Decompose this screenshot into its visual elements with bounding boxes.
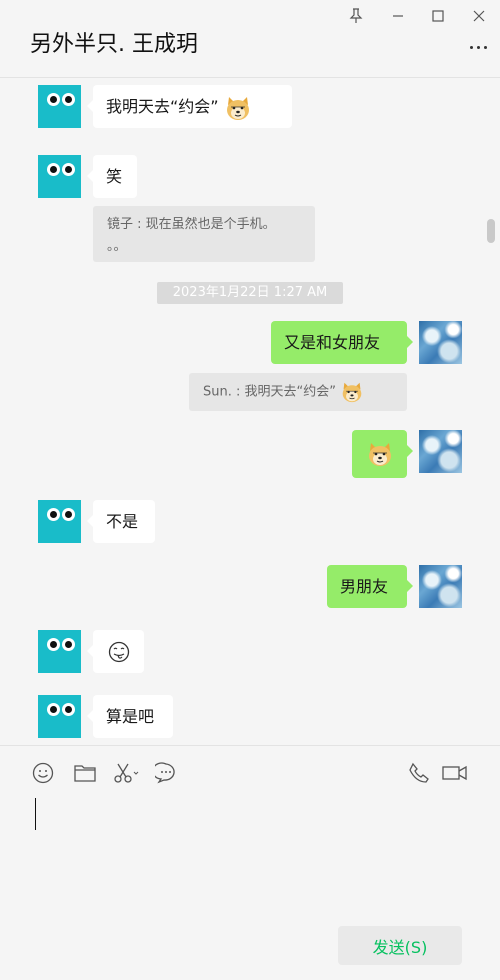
contact-avatar[interactable] [38, 155, 81, 198]
tongue-face-emoji-icon [108, 641, 129, 662]
quoted-message[interactable]: 镜子 : 现在虽然也是个手机。 。。 [93, 206, 315, 262]
my-avatar[interactable] [419, 565, 462, 608]
contact-avatar[interactable] [38, 630, 81, 673]
message-bubble-incoming[interactable]: 我明天去“约会” [87, 85, 292, 128]
quote-text-cont: 。。 [107, 239, 127, 254]
timestamp: 2023年1月22日 1:27 AM [157, 282, 343, 304]
phone-icon[interactable] [408, 762, 432, 786]
message-text: 不是 [106, 512, 139, 531]
scissors-icon[interactable] [113, 762, 143, 786]
more-options-icon[interactable] [470, 46, 487, 49]
emoji-icon[interactable] [32, 762, 56, 786]
message-input-caret[interactable] [35, 798, 36, 830]
doge-emoji-icon [226, 96, 249, 120]
contact-avatar[interactable] [38, 500, 81, 543]
message-bubble-incoming[interactable]: 笑 [87, 155, 137, 198]
message-list[interactable]: 我明天去“约会” 笑 镜子 : 现在虽然也是个手机。 。。 2023年1月22日… [0, 79, 500, 744]
quoted-message[interactable]: Sun. : 我明天去“约会” [189, 373, 407, 411]
composer: 发送(S) [0, 745, 500, 980]
scrollbar-thumb[interactable] [487, 219, 495, 243]
message-text: 男朋友 [340, 577, 389, 596]
my-avatar[interactable] [419, 321, 462, 364]
close-icon[interactable] [465, 4, 493, 28]
chat-title: 另外半只. 王成玥 [30, 32, 198, 57]
chat-history-icon[interactable] [152, 762, 179, 786]
contact-avatar[interactable] [38, 695, 81, 738]
message-bubble-outgoing[interactable]: 又是和女朋友 [271, 321, 413, 364]
contact-avatar[interactable] [38, 85, 81, 128]
message-text: 算是吧 [106, 707, 155, 726]
message-text: 又是和女朋友 [284, 333, 381, 352]
message-text: 我明天去“约会” [106, 97, 219, 116]
message-bubble-incoming[interactable]: 算是吧 [87, 695, 173, 738]
message-bubble-incoming[interactable]: 不是 [87, 500, 155, 543]
message-text: 笑 [106, 167, 123, 186]
folder-icon[interactable] [73, 762, 97, 786]
message-bubble-incoming[interactable] [87, 630, 144, 673]
send-button[interactable]: 发送(S) [338, 926, 462, 965]
video-call-icon[interactable] [442, 762, 468, 786]
quote-text: Sun. : 我明天去“约会” [203, 384, 336, 400]
minimize-icon[interactable] [384, 4, 412, 28]
doge-emoji-icon [342, 382, 362, 403]
quote-text: 镜子 : 现在虽然也是个手机。 [107, 217, 276, 232]
message-bubble-outgoing[interactable]: 男朋友 [327, 565, 413, 608]
my-avatar[interactable] [419, 430, 462, 473]
doge-emoji-icon [368, 443, 391, 466]
pin-icon[interactable] [342, 4, 370, 28]
maximize-icon[interactable] [424, 4, 452, 28]
message-bubble-outgoing[interactable] [352, 430, 413, 478]
chat-header: 另外半只. 王成玥 [0, 0, 500, 78]
